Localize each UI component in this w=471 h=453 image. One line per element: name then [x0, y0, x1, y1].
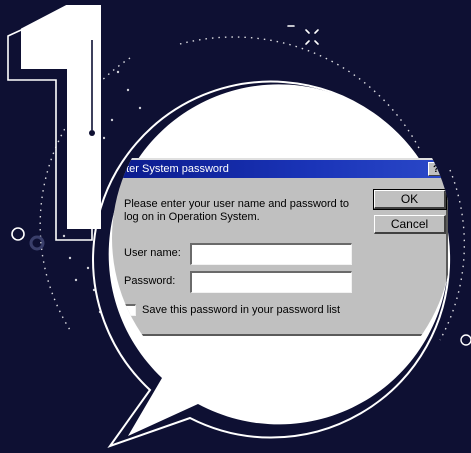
save-password-label[interactable]: Save this password in your password list	[142, 304, 340, 316]
username-input[interactable]	[190, 243, 352, 265]
dialog-prompt: Please enter your user name and password…	[124, 198, 350, 223]
cancel-button[interactable]: Cancel	[374, 215, 446, 234]
password-input[interactable]	[190, 271, 352, 293]
numeral-one	[7, 3, 103, 241]
dialog-title: nter System password	[120, 163, 229, 175]
ok-button[interactable]: OK	[373, 189, 447, 210]
small-ring	[11, 227, 25, 241]
password-dialog: nter System password ? Please enter your…	[112, 158, 448, 336]
sparkle-icon	[287, 25, 319, 45]
password-label: Password:	[124, 275, 176, 287]
username-label: User name:	[124, 247, 181, 259]
dialog-titlebar: nter System password ?	[112, 160, 446, 178]
